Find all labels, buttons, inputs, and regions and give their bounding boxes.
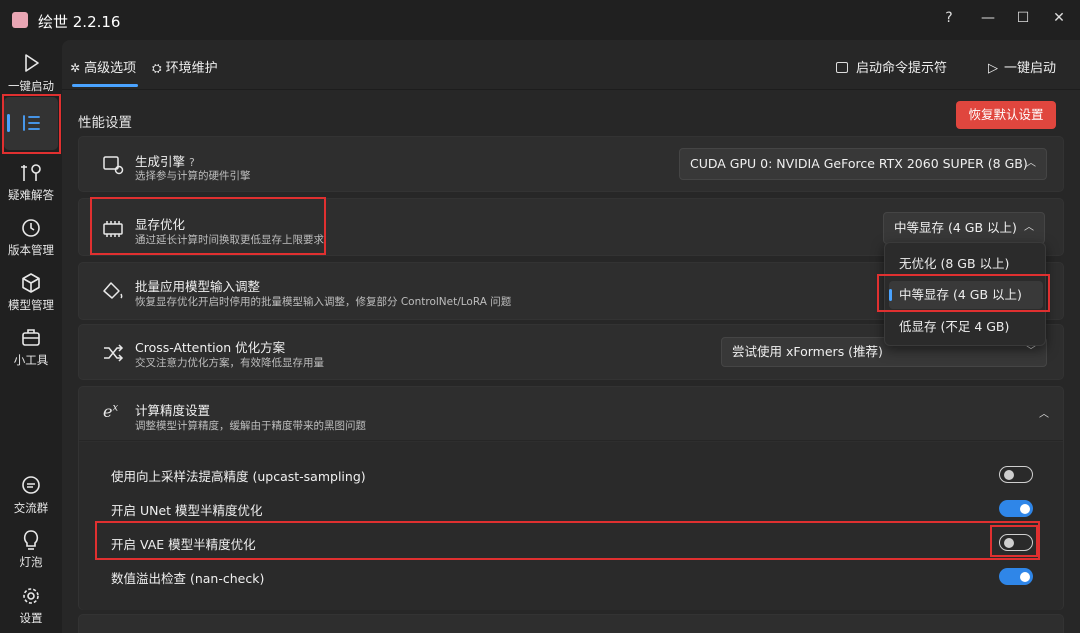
vram-select[interactable]: 中等显存 (4 GB 以上) ︿: [883, 212, 1045, 244]
play-icon: ▷: [988, 61, 998, 76]
card-title: 显存优化: [135, 217, 186, 232]
toggle-knob: [1020, 571, 1030, 582]
sidebar-item-launch[interactable]: 一键启动: [0, 52, 62, 94]
sidebar-item-bulb[interactable]: 灯泡: [0, 528, 62, 570]
toggle-knob: [1004, 470, 1014, 480]
maintenance-icon: ⛭: [152, 61, 162, 75]
console-button[interactable]: 启动命令提示符: [836, 57, 947, 76]
selected-indicator: [889, 289, 892, 301]
sidebar-item-models[interactable]: 模型管理: [0, 271, 62, 313]
section-title: 性能设置: [78, 115, 132, 131]
card-next: [78, 614, 1064, 633]
bulb-icon: [23, 530, 39, 550]
title-bar: 绘世 2.2.16 ? — ☐ ✕: [0, 0, 1080, 40]
tab-advanced[interactable]: ✲ 高级选项: [70, 57, 136, 76]
sidebar-item-tools[interactable]: 小工具: [0, 326, 62, 368]
nan-check-toggle[interactable]: [999, 568, 1033, 585]
tab-maintenance[interactable]: ⛭ 环境维护: [152, 57, 218, 76]
minimize-button[interactable]: —: [973, 6, 1003, 30]
sidebar-item-label: 版本管理: [8, 243, 54, 257]
sidebar-item-troubleshoot[interactable]: 疑难解答: [0, 161, 62, 203]
console-label: 启动命令提示符: [856, 61, 948, 76]
vram-select-value: 中等显存 (4 GB 以上): [894, 220, 1017, 235]
sidebar-item-label: 模型管理: [8, 298, 54, 312]
app-logo-icon: [12, 12, 28, 28]
toolbox-icon: [22, 329, 40, 346]
help-button[interactable]: ?: [934, 6, 964, 30]
cube-icon: [22, 273, 40, 293]
card-desc: 通过延长计算时间换取更低显存上限要求: [135, 234, 324, 246]
dropdown-option-label: 中等显存 (4 GB 以上): [899, 287, 1022, 302]
precision-header[interactable]: ex 计算精度设置 调整模型计算精度，缓解由于精度带来的黑图问题 ︿: [79, 387, 1063, 441]
dropdown-option[interactable]: 低显存 (不足 4 GB): [889, 313, 1043, 341]
terminal-icon: [836, 62, 848, 73]
play-icon: [25, 54, 39, 72]
app-title: 绘世 2.2.16: [38, 13, 121, 31]
card-desc: 交叉注意力优化方案，有效降低显存用量: [135, 357, 324, 369]
dropdown-option-selected[interactable]: 中等显存 (4 GB 以上): [889, 281, 1043, 309]
dropdown-option[interactable]: 无优化 (8 GB 以上): [889, 250, 1043, 278]
chat-icon: [22, 476, 40, 494]
exponent-icon: ex: [103, 402, 119, 421]
engine-select[interactable]: CUDA GPU 0: NVIDIA GeForce RTX 2060 SUPE…: [679, 148, 1047, 180]
maximize-button[interactable]: ☐: [1008, 6, 1038, 30]
close-button[interactable]: ✕: [1044, 6, 1074, 30]
card-engine: 生成引擎 ? 选择参与计算的硬件引擎 CUDA GPU 0: NVIDIA Ge…: [78, 136, 1064, 192]
card-desc: 恢复显存优化开启时停用的批量模型输入调整，修复部分 ControlNet/LoR…: [135, 296, 512, 308]
paint-bucket-icon: [103, 282, 123, 299]
tab-label: 高级选项: [84, 61, 137, 76]
gear-icon: [23, 588, 39, 604]
sidebar-item-versions[interactable]: 版本管理: [0, 216, 62, 258]
shuffle-icon: [104, 344, 124, 362]
launch-label: 一键启动: [1004, 61, 1057, 76]
card-desc: 选择参与计算的硬件引擎: [135, 170, 251, 182]
sidebar-item-community[interactable]: 交流群: [0, 474, 62, 516]
launch-button[interactable]: ▷ 一键启动: [988, 57, 1056, 76]
unet-half-toggle[interactable]: [999, 500, 1033, 517]
reset-defaults-button[interactable]: 恢复默认设置: [956, 101, 1056, 129]
precision-body: 使用向上采样法提高精度 (upcast-sampling) 开启 UNet 模型…: [79, 442, 1063, 610]
engine-select-value: CUDA GPU 0: NVIDIA GeForce RTX 2060 SUPE…: [690, 156, 1028, 171]
history-icon: [22, 219, 40, 237]
sidebar-item-label: 疑难解答: [8, 188, 54, 202]
tools-icon: [21, 164, 41, 181]
sidebar-item-settings[interactable]: 设置: [0, 584, 62, 626]
sidebar-item-label: 灯泡: [19, 555, 43, 569]
cross-attention-select-value: 尝试使用 xFormers (推荐): [732, 344, 883, 359]
precision-option-label: 数值溢出检查 (nan-check): [111, 571, 265, 586]
sidebar-item-label: 小工具: [13, 353, 49, 367]
upcast-sampling-toggle[interactable]: [999, 466, 1033, 483]
precision-option-label: 开启 UNet 模型半精度优化: [111, 503, 263, 518]
engine-icon: [103, 156, 124, 175]
vram-dropdown-menu: 无优化 (8 GB 以上) 中等显存 (4 GB 以上) 低显存 (不足 4 G…: [884, 242, 1046, 346]
chevron-up-icon: ︿: [1039, 409, 1049, 420]
precision-option-label: 开启 VAE 模型半精度优化: [111, 537, 256, 552]
precision-option-label: 使用向上采样法提高精度 (upcast-sampling): [111, 469, 366, 484]
sidebar-item-label: 交流群: [13, 501, 49, 515]
sidebar-item-label: 一键启动: [8, 79, 54, 93]
card-precision: ex 计算精度设置 调整模型计算精度，缓解由于精度带来的黑图问题 ︿ 使用向上采…: [78, 386, 1064, 610]
sidebar-item-label: 设置: [19, 611, 43, 625]
chevron-up-icon: ︿: [1024, 222, 1034, 233]
toggle-knob: [1020, 503, 1030, 514]
gear-icon: ✲: [70, 61, 81, 75]
vae-half-toggle[interactable]: [999, 534, 1033, 551]
card-title: Cross-Attention 优化方案: [135, 340, 286, 355]
memory-chip-icon: [103, 221, 123, 237]
card-title: 计算精度设置: [135, 403, 211, 418]
tab-label: 环境维护: [165, 61, 218, 76]
toggle-knob: [1004, 538, 1014, 548]
sidebar-annotation-box: [2, 94, 61, 154]
main-panel: ✲ 高级选项 ⛭ 环境维护 启动命令提示符 ▷ 一键启动 性能设置 恢复默认设置 生成…: [62, 40, 1080, 633]
card-title: 批量应用模型输入调整: [135, 279, 261, 294]
active-tab-indicator: [72, 84, 138, 87]
card-desc: 调整模型计算精度，缓解由于精度带来的黑图问题: [135, 420, 366, 432]
tab-bar: ✲ 高级选项 ⛭ 环境维护 启动命令提示符 ▷ 一键启动: [62, 40, 1080, 90]
chevron-up-icon: ︿: [1026, 158, 1036, 169]
